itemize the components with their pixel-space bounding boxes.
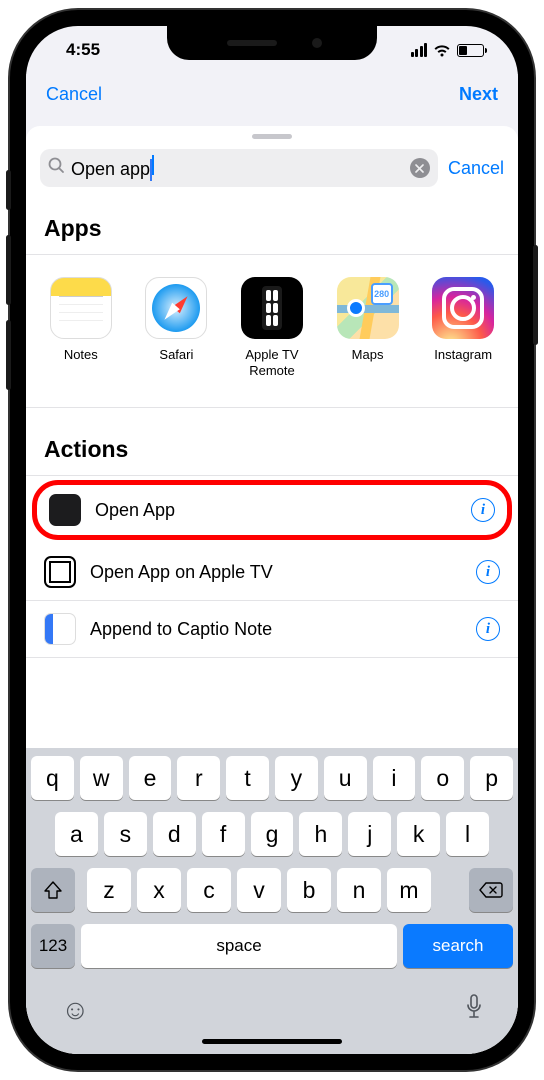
dictation-button[interactable] [465, 994, 483, 1027]
key-u[interactable]: u [324, 756, 367, 800]
key-shift[interactable] [31, 868, 75, 912]
key-w[interactable]: w [80, 756, 123, 800]
app-notes[interactable]: Notes [37, 277, 125, 379]
keyboard-row-1: q w e r t y u i o p [31, 756, 513, 800]
key-j[interactable]: j [348, 812, 391, 856]
key-a[interactable]: a [55, 812, 98, 856]
clock: 4:55 [56, 40, 100, 60]
action-list: Open App i Open App on Apple TV i Append… [26, 480, 518, 658]
key-o[interactable]: o [421, 756, 464, 800]
key-d[interactable]: d [153, 812, 196, 856]
cellular-icon [411, 43, 428, 57]
clear-search-button[interactable] [410, 158, 430, 178]
keyboard-row-4: 123 space search [31, 924, 513, 968]
notes-icon [50, 277, 112, 339]
backdrop-cancel-button[interactable]: Cancel [46, 84, 102, 105]
mute-switch [6, 170, 11, 210]
key-backspace[interactable] [469, 868, 513, 912]
volume-down-button [6, 320, 11, 390]
key-x[interactable]: x [137, 868, 181, 912]
cancel-button[interactable]: Cancel [448, 158, 504, 179]
app-label: Notes [64, 347, 98, 379]
key-g[interactable]: g [251, 812, 294, 856]
keyboard: q w e r t y u i o p a s d f g h [26, 748, 518, 1054]
screen: 4:55 Cancel Next Open app [26, 26, 518, 1054]
action-open-app-appletv[interactable]: Open App on Apple TV i [26, 544, 518, 601]
key-q[interactable]: q [31, 756, 74, 800]
info-button[interactable]: i [476, 617, 500, 641]
key-c[interactable]: c [187, 868, 231, 912]
key-l[interactable]: l [446, 812, 489, 856]
status-icons [411, 43, 489, 57]
key-123[interactable]: 123 [31, 924, 75, 968]
apps-row: Notes Safari Apple TV Remote 280 Maps [26, 255, 518, 399]
key-v[interactable]: v [237, 868, 281, 912]
safari-icon [145, 277, 207, 339]
app-label: Apple TV Remote [228, 347, 316, 379]
search-row: Open app Cancel [26, 145, 518, 197]
key-n[interactable]: n [337, 868, 381, 912]
app-safari[interactable]: Safari [132, 277, 220, 379]
key-search[interactable]: search [403, 924, 513, 968]
key-space[interactable]: space [81, 924, 397, 968]
keyboard-row-2: a s d f g h j k l [31, 812, 513, 856]
key-t[interactable]: t [226, 756, 269, 800]
phone-frame: 4:55 Cancel Next Open app [10, 10, 534, 1070]
key-h[interactable]: h [299, 812, 342, 856]
action-label: Open App [95, 500, 457, 521]
maps-icon: 280 [337, 277, 399, 339]
appletv-action-icon [44, 556, 76, 588]
home-indicator[interactable] [202, 1039, 342, 1044]
open-app-icon [49, 494, 81, 526]
key-e[interactable]: e [129, 756, 172, 800]
search-input[interactable]: Open app [71, 155, 404, 181]
key-b[interactable]: b [287, 868, 331, 912]
keyboard-row-3: z x c v b n m [31, 868, 513, 912]
info-button[interactable]: i [471, 498, 495, 522]
search-box[interactable]: Open app [40, 149, 438, 187]
key-f[interactable]: f [202, 812, 245, 856]
action-label: Append to Captio Note [90, 619, 462, 640]
app-instagram[interactable]: Instagram [419, 277, 507, 379]
app-label: Safari [159, 347, 193, 379]
actions-header: Actions [26, 407, 518, 476]
key-z[interactable]: z [87, 868, 131, 912]
power-button [533, 245, 538, 345]
apps-header: Apps [26, 197, 518, 255]
action-append-captio[interactable]: Append to Captio Note i [26, 601, 518, 658]
captio-icon [44, 613, 76, 645]
search-icon [48, 157, 65, 179]
sheet-grabber[interactable] [252, 134, 292, 139]
keyboard-footer: ☺ [31, 980, 513, 1031]
app-maps[interactable]: 280 Maps [324, 277, 412, 379]
backdrop-next-button[interactable]: Next [459, 84, 498, 105]
key-y[interactable]: y [275, 756, 318, 800]
emoji-button[interactable]: ☺ [61, 994, 90, 1027]
appletv-remote-icon [241, 277, 303, 339]
key-s[interactable]: s [104, 812, 147, 856]
app-appletv-remote[interactable]: Apple TV Remote [228, 277, 316, 379]
action-label: Open App on Apple TV [90, 562, 462, 583]
action-open-app[interactable]: Open App i [32, 480, 512, 540]
key-r[interactable]: r [177, 756, 220, 800]
app-label: Instagram [434, 347, 492, 379]
search-sheet: Open app Cancel Apps Notes Safar [26, 126, 518, 1054]
app-label: Maps [352, 347, 384, 379]
battery-icon [457, 44, 484, 57]
key-k[interactable]: k [397, 812, 440, 856]
instagram-icon [432, 277, 494, 339]
key-i[interactable]: i [373, 756, 416, 800]
volume-up-button [6, 235, 11, 305]
info-button[interactable]: i [476, 560, 500, 584]
key-m[interactable]: m [387, 868, 431, 912]
wifi-icon [433, 44, 451, 57]
notch [167, 26, 377, 60]
key-p[interactable]: p [470, 756, 513, 800]
